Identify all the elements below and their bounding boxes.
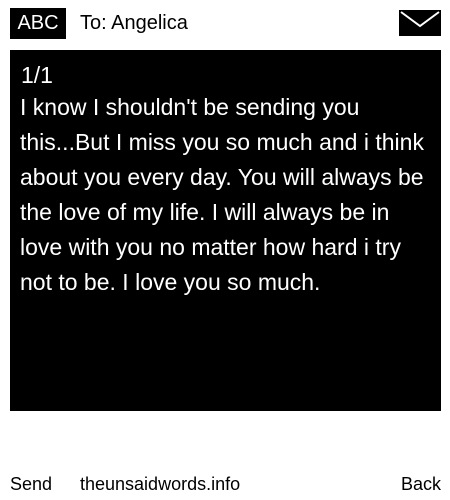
envelope-icon [399, 10, 441, 36]
message-body[interactable]: I know I shouldn't be sending you this..… [20, 90, 432, 300]
page-indicator: 1/1 [21, 62, 53, 88]
message-panel: 1/1 I know I shouldn't be sending you th… [10, 50, 441, 411]
send-button[interactable]: Send [10, 472, 52, 496]
recipient-label: To: Angelica [80, 12, 188, 34]
site-link[interactable]: theunsaidwords.info [80, 472, 240, 496]
input-mode-badge: ABC [10, 8, 66, 39]
back-button[interactable]: Back [401, 472, 441, 496]
